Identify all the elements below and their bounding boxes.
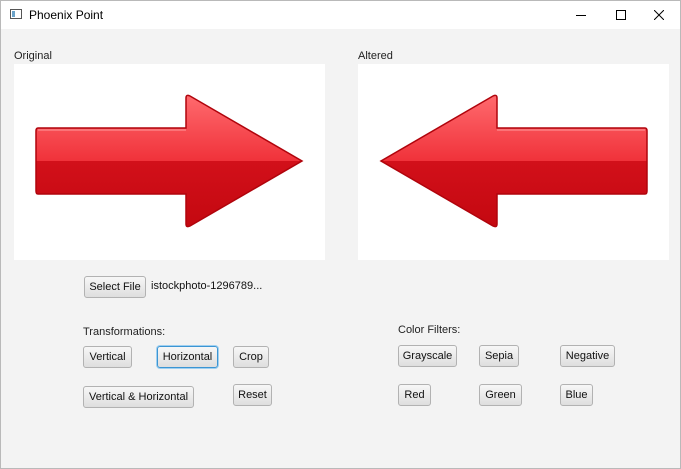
maximize-icon <box>616 10 626 20</box>
sepia-button[interactable]: Sepia <box>479 345 519 367</box>
window-title: Phoenix Point <box>29 8 104 22</box>
vertical-horizontal-button[interactable]: Vertical & Horizontal <box>83 386 194 408</box>
horizontal-button[interactable]: Horizontal <box>157 346 218 368</box>
selected-file-name: istockphoto-1296789... <box>151 280 263 292</box>
transformations-label: Transformations: <box>83 326 166 338</box>
altered-image <box>358 64 669 260</box>
crop-button[interactable]: Crop <box>233 346 269 368</box>
original-image <box>14 64 325 260</box>
red-filter-button[interactable]: Red <box>398 384 431 406</box>
arrow-left-icon <box>379 94 648 228</box>
color-filters-label: Color Filters: <box>398 324 461 336</box>
green-filter-button[interactable]: Green <box>479 384 522 406</box>
arrow-right-icon <box>35 94 304 228</box>
app-icon <box>10 9 22 19</box>
minimize-icon <box>576 15 586 16</box>
reset-button[interactable]: Reset <box>233 384 272 406</box>
blue-filter-button[interactable]: Blue <box>560 384 593 406</box>
original-label: Original <box>14 50 52 62</box>
negative-button[interactable]: Negative <box>560 345 615 367</box>
app-window: Phoenix Point Original Altered Select Fi… <box>0 0 681 469</box>
grayscale-button[interactable]: Grayscale <box>398 345 457 367</box>
close-button[interactable] <box>636 1 680 29</box>
altered-label: Altered <box>358 50 393 62</box>
vertical-button[interactable]: Vertical <box>83 346 132 368</box>
close-icon <box>654 10 664 20</box>
select-file-button[interactable]: Select File <box>84 276 146 298</box>
title-bar: Phoenix Point <box>1 1 680 29</box>
